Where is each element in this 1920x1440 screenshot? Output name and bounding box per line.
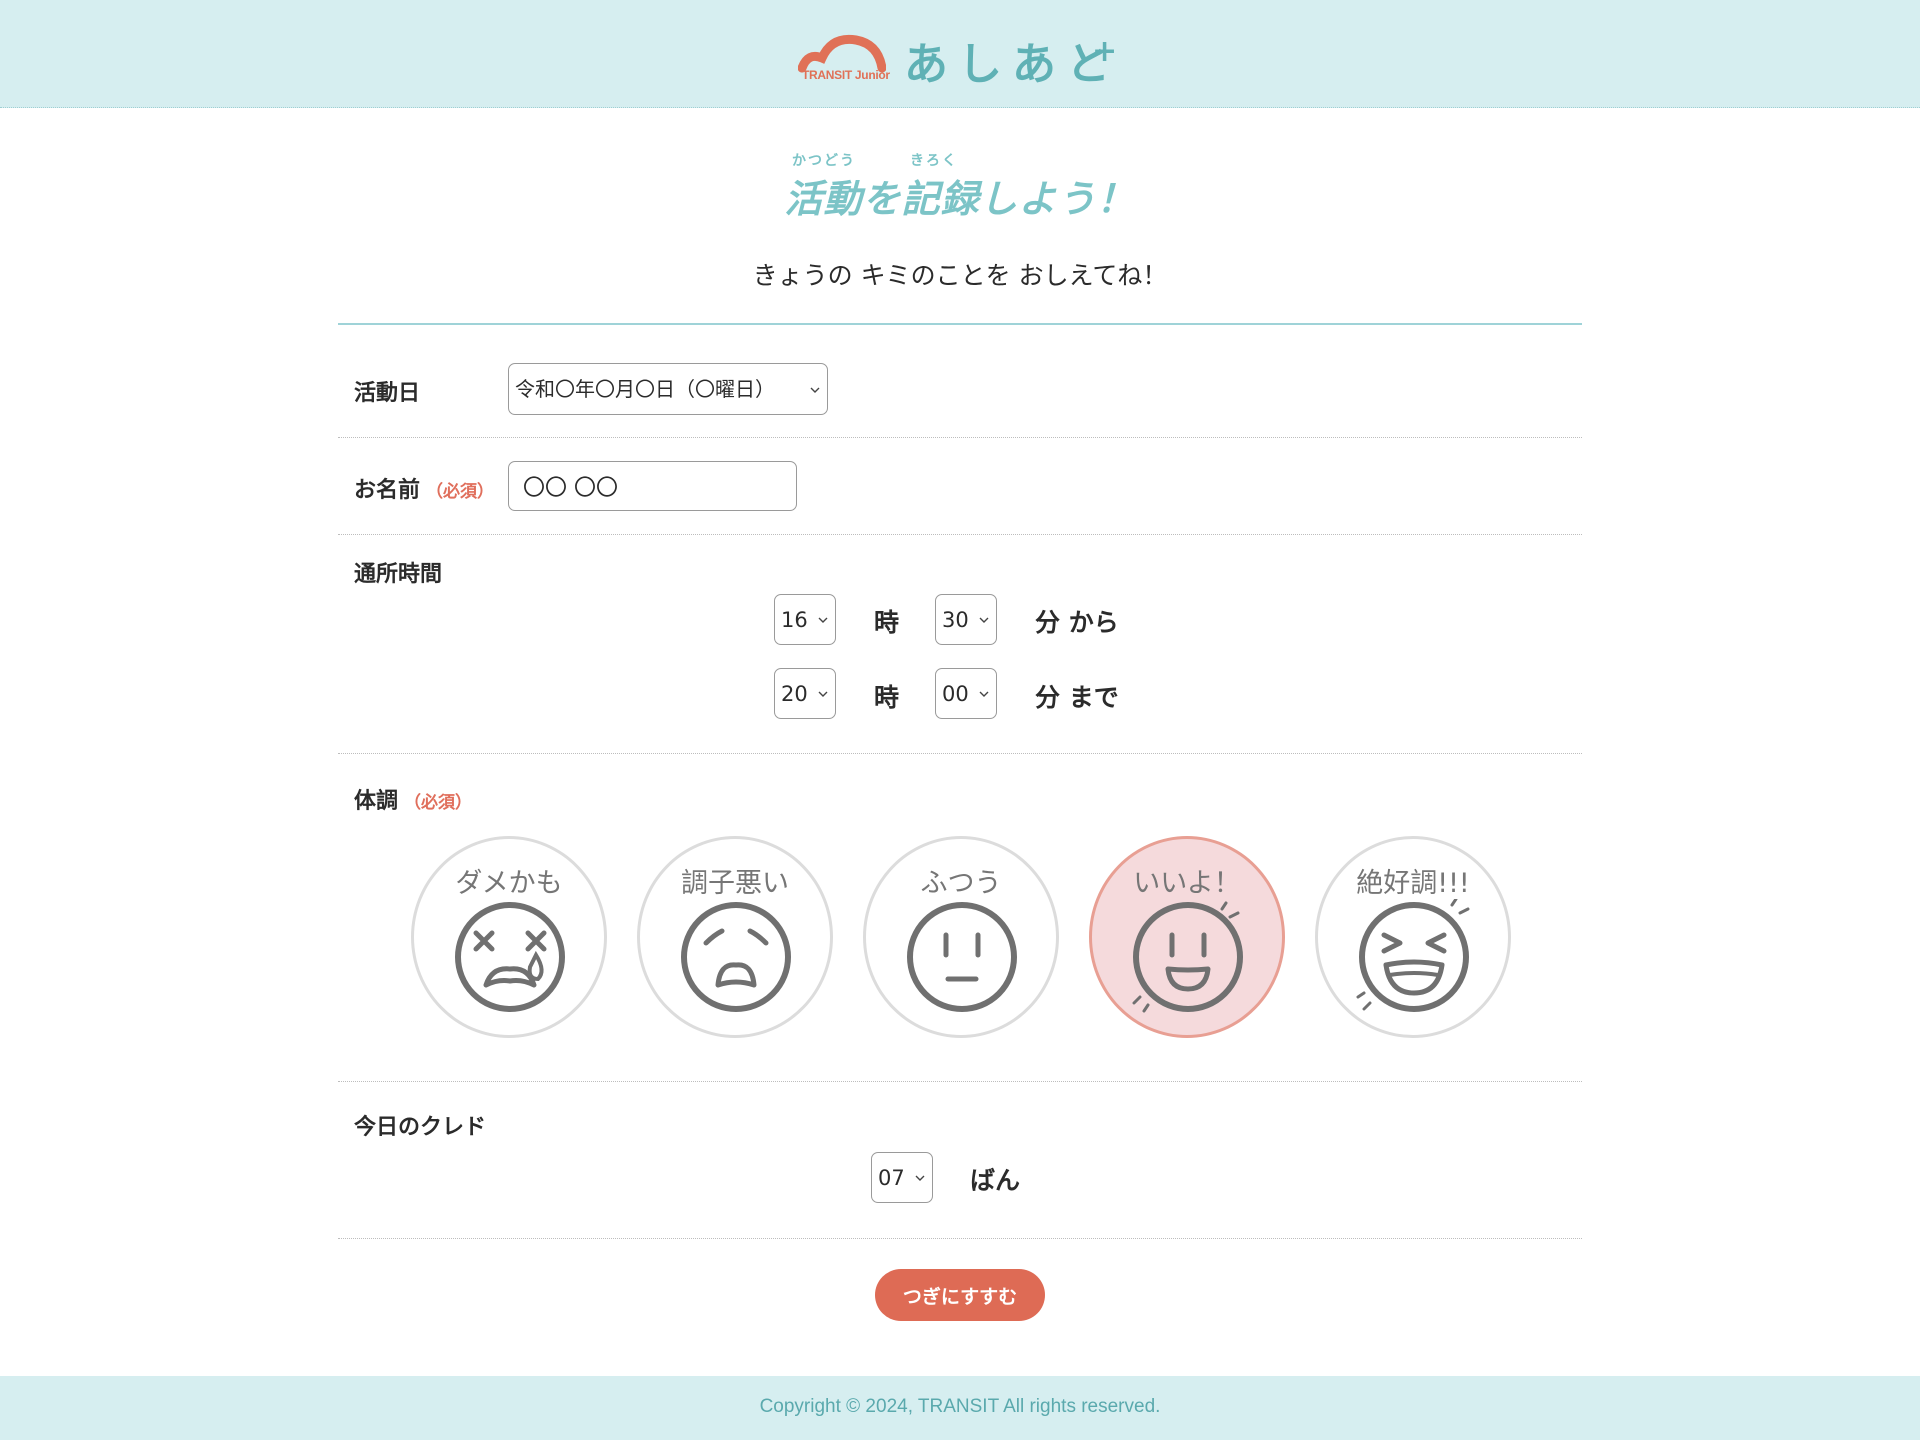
- mood-option-great[interactable]: 絶好調!!!: [1315, 836, 1511, 1038]
- row-divider: [338, 1238, 1582, 1239]
- cred-label: 今日のクレド: [354, 1115, 487, 1140]
- mood-label: 絶好調!!!: [1356, 868, 1470, 899]
- row-divider: [338, 1081, 1582, 1082]
- name-label: お名前 （必須）: [354, 478, 495, 503]
- required-badge: （必須）: [404, 793, 473, 813]
- laughing-face-icon: [1356, 899, 1470, 1012]
- hour-unit: 時: [874, 683, 900, 712]
- name-input[interactable]: [508, 461, 797, 511]
- mood-option-unwell[interactable]: 調子悪い: [637, 836, 833, 1038]
- cred-select[interactable]: 07: [871, 1152, 933, 1203]
- copyright-text: Copyright © 2024, TRANSIT All rights res…: [759, 1396, 1161, 1417]
- dizzy-face-icon: [455, 902, 565, 1012]
- row-divider: [338, 753, 1582, 754]
- page-title-block: かつどう きろく 活動を記録しよう！: [0, 150, 1920, 221]
- condition-label: 体調 （必須）: [354, 789, 473, 814]
- page-title: 活動を記録しよう！: [784, 177, 1136, 221]
- logo-wordmark: あしあと: [904, 39, 1120, 90]
- neutral-face-icon: [907, 902, 1017, 1012]
- date-select[interactable]: 令和〇年〇月〇日（〇曜日）: [508, 363, 828, 415]
- mood-option-bad[interactable]: ダメかも: [411, 836, 607, 1038]
- mood-option-normal[interactable]: ふつう: [863, 836, 1059, 1038]
- cred-suffix: ばん: [970, 1166, 1021, 1195]
- to-suffix: 分 まで: [1035, 683, 1119, 712]
- sad-face-icon: [681, 902, 791, 1012]
- title-divider: [338, 323, 1582, 325]
- smile-face-icon: [1132, 901, 1243, 1013]
- row-divider: [338, 437, 1582, 438]
- title-ruby-katsudo: かつどう: [792, 153, 856, 169]
- time-label: 通所時間: [354, 562, 443, 587]
- from-suffix: 分 から: [1035, 608, 1119, 637]
- site-logo[interactable]: TRANSIT Junior あしあと +: [798, 28, 1128, 90]
- logo-subtext: TRANSIT Junior: [802, 68, 890, 82]
- title-ruby-kiroku: きろく: [910, 153, 958, 169]
- hour-unit: 時: [874, 608, 900, 637]
- mood-option-good[interactable]: いいよ！: [1089, 836, 1285, 1038]
- site-footer: Copyright © 2024, TRANSIT All rights res…: [0, 1376, 1920, 1440]
- next-button[interactable]: つぎにすすむ: [875, 1269, 1045, 1321]
- end-minute-select[interactable]: 00: [935, 668, 997, 719]
- site-header: TRANSIT Junior あしあと +: [0, 0, 1920, 108]
- required-badge: （必須）: [426, 482, 495, 502]
- mood-label: ふつう: [920, 868, 1002, 899]
- start-minute-select[interactable]: 30: [935, 594, 997, 645]
- row-divider: [338, 534, 1582, 535]
- start-hour-select[interactable]: 16: [774, 594, 836, 645]
- mood-label: いいよ！: [1133, 868, 1241, 899]
- mood-label: 調子悪い: [681, 868, 789, 899]
- logo-plus: +: [1092, 34, 1118, 69]
- date-label: 活動日: [354, 381, 421, 406]
- page-subtitle: きょうの キミのことを おしえてね！: [752, 261, 1168, 290]
- end-hour-select[interactable]: 20: [774, 668, 836, 719]
- mood-label: ダメかも: [455, 868, 563, 899]
